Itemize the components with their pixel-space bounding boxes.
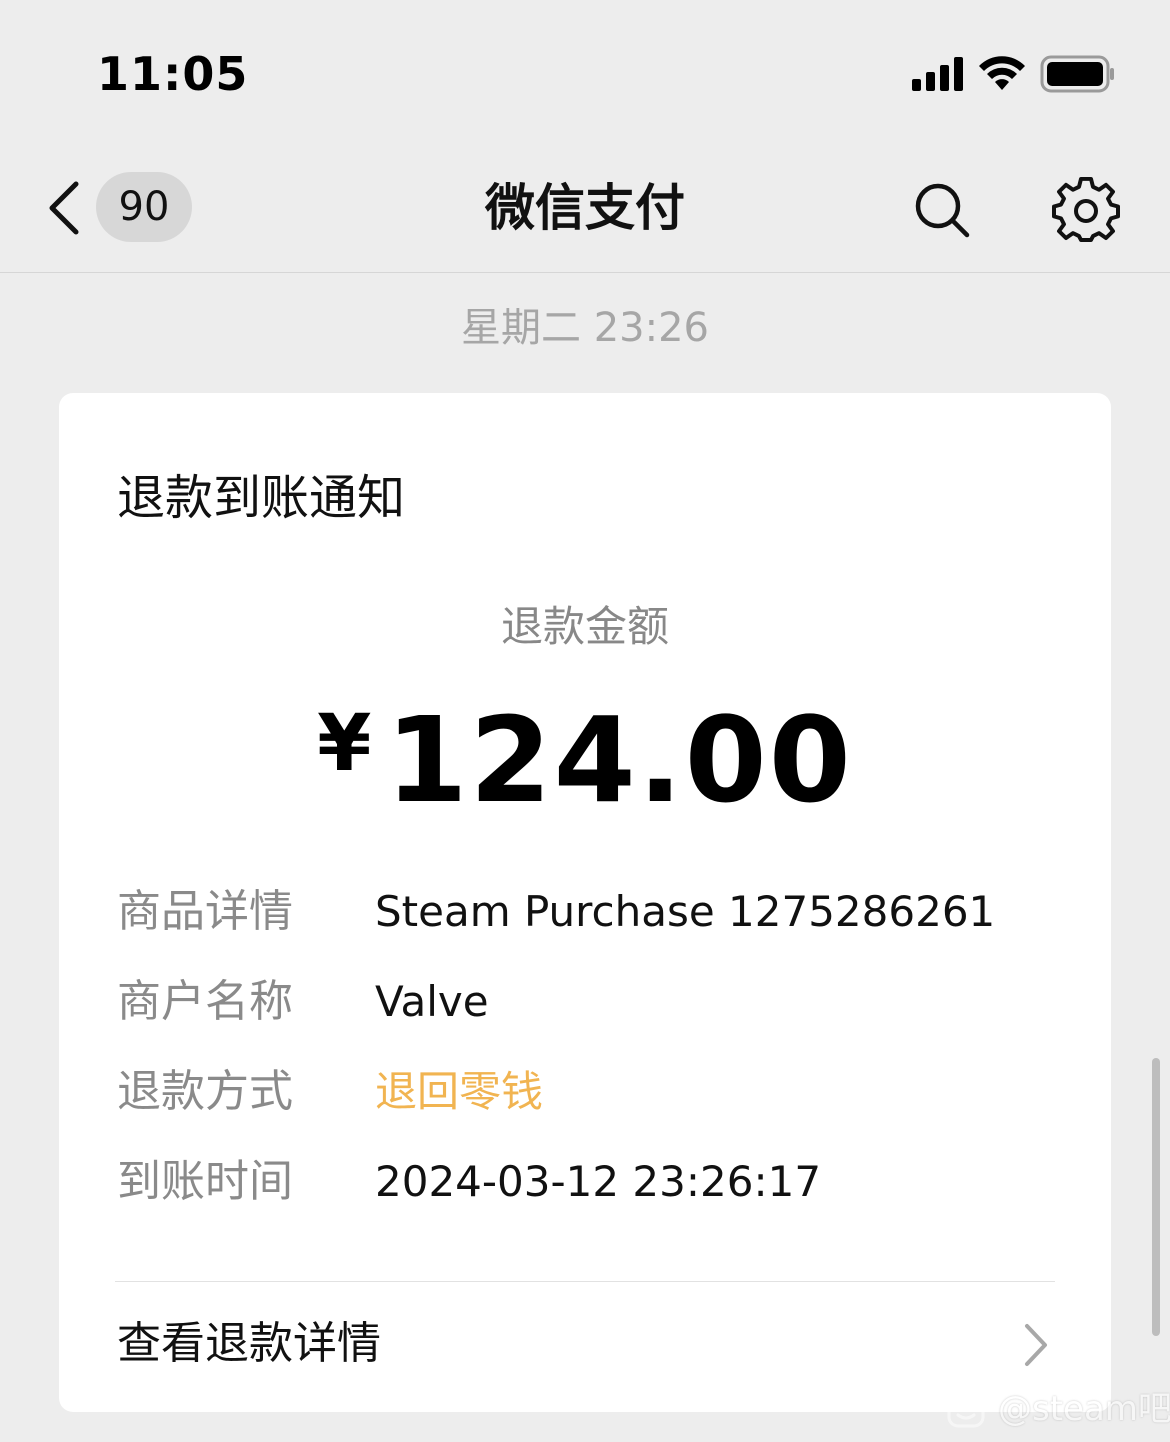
detail-row-refund-method: 退款方式 退回零钱 (117, 1062, 1077, 1122)
detail-row-product: 商品详情 Steam Purchase 1275286261 (117, 882, 1077, 942)
settings-button[interactable] (1052, 176, 1120, 244)
tieba-logo-icon (947, 1390, 985, 1428)
amount-value: 124.00 (385, 691, 853, 829)
detail-label: 商品详情 (117, 886, 293, 937)
chevron-left-icon (49, 181, 79, 235)
card-title: 退款到账通知 (117, 470, 406, 526)
unread-count-badge[interactable]: 90 (96, 172, 192, 242)
detail-row-arrival-time: 到账时间 2024-03-12 23:26:17 (117, 1152, 1077, 1212)
detail-value: Valve (375, 977, 489, 1026)
detail-row-merchant: 商户名称 Valve (117, 972, 1077, 1032)
status-bar: 11:05 (0, 0, 1170, 140)
status-icons (912, 52, 1116, 96)
refund-notification-card[interactable]: 退款到账通知 退款金额 ¥124.00 商品详情 Steam Purchase … (59, 393, 1111, 1412)
message-timestamp: 星期二 23:26 (461, 305, 709, 351)
refund-amount: ¥124.00 (59, 685, 1111, 871)
page-title: 微信支付 (485, 179, 685, 237)
scrollbar[interactable] (1152, 1058, 1160, 1336)
status-time: 11:05 (97, 47, 249, 101)
search-button[interactable] (912, 180, 972, 240)
nav-bar: 90 微信支付 (0, 140, 1170, 273)
cellular-signal-icon (912, 57, 963, 91)
amount-label: 退款金额 (500, 602, 669, 651)
detail-label: 商户名称 (117, 976, 293, 1027)
detail-value: Steam Purchase 1275286261 (375, 887, 996, 936)
detail-value: 2024-03-12 23:26:17 (375, 1157, 822, 1206)
detail-label: 退款方式 (117, 1066, 293, 1117)
watermark: @steam吧 (946, 1384, 1170, 1434)
detail-value: 退回零钱 (375, 1067, 544, 1116)
battery-icon (1040, 55, 1114, 93)
wifi-icon (979, 56, 1025, 90)
detail-label: 到账时间 (117, 1156, 293, 1207)
currency-symbol: ¥ (317, 699, 372, 789)
watermark-text: @steam吧 (998, 1389, 1170, 1429)
chevron-right-icon (1021, 1320, 1051, 1370)
view-refund-details-label: 查看退款详情 (117, 1318, 381, 1369)
back-button[interactable] (40, 178, 90, 238)
gear-icon (1052, 176, 1120, 242)
search-icon (915, 183, 970, 238)
